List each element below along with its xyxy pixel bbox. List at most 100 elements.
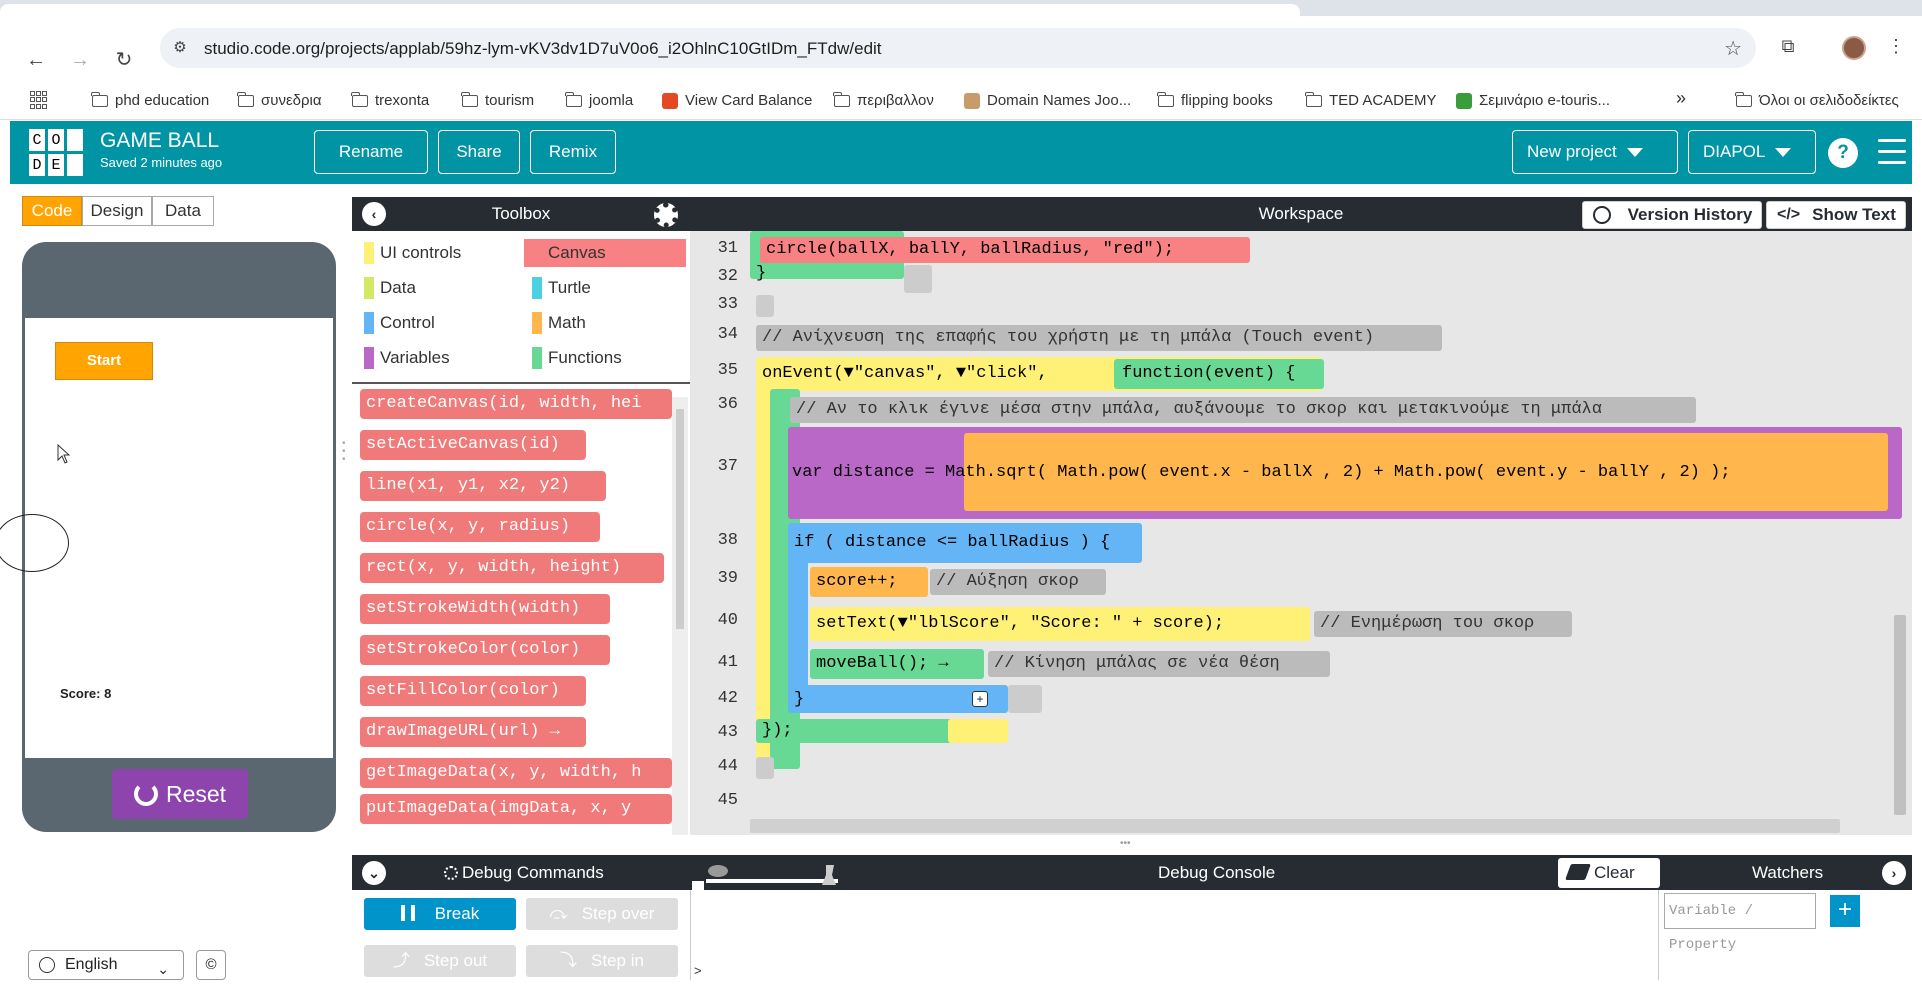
step-out-button[interactable]: ⤴ Step out	[364, 945, 516, 977]
bookmark-folder[interactable]: περιβαλλον	[833, 91, 934, 109]
block-getImageData[interactable]: getImageData(x, y, width, h	[360, 758, 672, 788]
tab-code[interactable]: Code	[22, 196, 82, 226]
code-line-37: var distance = Math.sqrt( Math.pow( even…	[792, 463, 1731, 482]
category-canvas[interactable]: Canvas	[524, 239, 686, 267]
active-tab[interactable]	[0, 4, 1300, 16]
browser-menu-icon[interactable]: ⋮	[1884, 34, 1908, 58]
save-status: Saved 2 minutes ago	[100, 155, 223, 170]
turtle-icon	[708, 865, 728, 877]
hamburger-menu-icon[interactable]	[1878, 139, 1906, 165]
block-setFillColor[interactable]: setFillColor(color)	[360, 676, 586, 706]
start-button[interactable]: Start	[55, 342, 153, 380]
project-name: GAME BALL	[100, 129, 220, 152]
code-line-39c: // Αύξηση σκορ	[936, 572, 1079, 591]
app-screen[interactable]: Start Score: 8	[0, 318, 333, 758]
applab-header: C O D E GAME BALL Saved 2 minutes ago Re…	[10, 121, 1912, 184]
language-select[interactable]: English ⌄	[28, 950, 184, 980]
category-math[interactable]: Math	[524, 309, 684, 337]
console-prompt[interactable]: >	[694, 963, 702, 978]
block-setStrokeColor[interactable]: setStrokeColor(color)	[360, 635, 610, 665]
ball-circle[interactable]	[0, 514, 69, 572]
block-line[interactable]: line(x1, y1, x2, y2)	[360, 471, 606, 501]
version-history-button[interactable]: Version History	[1582, 201, 1762, 229]
workspace-panel: Workspace Version History </> Show Text 3…	[690, 197, 1912, 835]
step-over-button[interactable]: ⤼ Step over	[526, 898, 678, 930]
collapse-watchers-icon[interactable]: ›	[1882, 861, 1906, 885]
block-putImageData[interactable]: putImageData(imgData, x, y	[360, 794, 672, 824]
block-setActiveCanvas[interactable]: setActiveCanvas(id)	[360, 430, 586, 460]
tab-data[interactable]: Data	[152, 196, 214, 226]
help-icon[interactable]: ?	[1828, 138, 1858, 168]
back-icon[interactable]: ←	[22, 46, 50, 74]
apps-grid-icon[interactable]	[30, 91, 48, 109]
rename-button[interactable]: Rename	[314, 130, 428, 174]
reset-button[interactable]: Reset	[112, 769, 248, 819]
line-number: 40	[717, 611, 738, 630]
workspace-vertical-scrollbar[interactable]	[1894, 615, 1906, 815]
bookmark-folder[interactable]: TED ACADEMY	[1305, 91, 1437, 109]
block-setStrokeWidth[interactable]: setStrokeWidth(width)	[360, 594, 610, 624]
tab-design[interactable]: Design	[82, 196, 152, 226]
add-else-icon[interactable]: +	[972, 691, 988, 707]
break-button[interactable]: Break	[364, 898, 516, 930]
category-turtle[interactable]: Turtle	[524, 274, 684, 302]
remix-button[interactable]: Remix	[530, 130, 616, 174]
bookmark-folder[interactable]: phd education	[91, 91, 209, 109]
bookmark-folder[interactable]: tourism	[461, 91, 534, 109]
line-number: 32	[717, 267, 738, 286]
globe-icon	[39, 957, 55, 973]
code-line-38: if ( distance <= ballRadius ) {	[794, 533, 1111, 552]
category-data[interactable]: Data	[356, 274, 516, 302]
copyright-button[interactable]: ©	[196, 950, 226, 980]
bookmark-link[interactable]: Domain Names Joo...	[964, 92, 1131, 109]
category-functions[interactable]: Functions	[524, 344, 684, 372]
site-info-icon[interactable]: ⚙	[170, 38, 190, 58]
panel-resize-handle[interactable]: • • •	[342, 439, 348, 470]
user-menu-dropdown[interactable]: DIAPOL	[1688, 130, 1816, 174]
add-watcher-button[interactable]: +	[1830, 895, 1860, 927]
share-button[interactable]: Share	[438, 130, 520, 174]
clear-console-button[interactable]: Clear	[1558, 858, 1660, 888]
toolbox-scrollbar[interactable]	[672, 397, 688, 835]
bookmark-link[interactable]: View Card Balance	[662, 92, 812, 109]
block-circle[interactable]: circle(x, y, radius)	[360, 512, 600, 542]
url-text[interactable]: studio.code.org/projects/applab/59hz-lym…	[204, 39, 882, 59]
category-variables[interactable]: Variables	[356, 344, 516, 372]
watch-input[interactable]: Variable / Property	[1664, 893, 1816, 953]
new-project-dropdown[interactable]: New project	[1512, 130, 1678, 174]
bookmark-link[interactable]: Σεμινάριο e-touris...	[1456, 92, 1610, 109]
speed-slider[interactable]	[698, 861, 848, 887]
debug-console-title: Debug Console	[1158, 863, 1276, 882]
reload-icon[interactable]: ↻	[110, 46, 138, 74]
code-org-logo[interactable]: C O D E	[28, 128, 84, 178]
gear-icon[interactable]	[654, 203, 678, 227]
show-text-button[interactable]: </> Show Text	[1766, 201, 1906, 229]
toolbox-divider	[352, 382, 690, 384]
address-bar[interactable]: ⚙ studio.code.org/projects/applab/59hz-l…	[160, 28, 1756, 68]
profile-avatar[interactable]	[1842, 36, 1866, 60]
collapse-debug-icon[interactable]: ⌄	[362, 861, 386, 885]
bookmark-folder[interactable]: συνεδρια	[237, 91, 322, 109]
all-bookmarks-folder[interactable]: Όλοι οι σελιδοδείκτες	[1735, 91, 1899, 109]
workspace-horizontal-scrollbar[interactable]	[750, 819, 1840, 833]
block-createCanvas[interactable]: createCanvas(id, width, hei	[360, 389, 672, 419]
debug-resize-handle[interactable]: •••	[1120, 839, 1148, 849]
extensions-icon[interactable]: ⧉	[1776, 34, 1800, 58]
bookmark-folder[interactable]: trexonta	[351, 91, 429, 109]
category-control[interactable]: Control	[356, 309, 516, 337]
bookmarks-overflow-button[interactable]: »	[1676, 88, 1686, 109]
line-number-gutter: 31 32 33 34 35 36 37 38 39 40 41 42 43 4…	[690, 231, 740, 835]
debug-panel: ⌄ Debug Commands Debug Console Clear Wat…	[352, 855, 1912, 980]
folder-icon	[461, 91, 478, 107]
block-rect[interactable]: rect(x, y, width, height)	[360, 553, 664, 583]
category-ui-controls[interactable]: UI controls	[356, 239, 516, 267]
seminar-icon	[1456, 92, 1472, 109]
step-in-button[interactable]: ⤵ Step in	[526, 945, 678, 977]
forward-icon[interactable]: →	[66, 46, 94, 74]
bookmark-star-icon[interactable]: ☆	[1724, 36, 1742, 61]
workspace-title: Workspace	[1258, 204, 1344, 223]
bookmark-folder[interactable]: joomla	[565, 91, 633, 109]
block-drawImageURL[interactable]: drawImageURL(url) →	[360, 717, 586, 747]
collapse-toolbox-icon[interactable]: ‹	[362, 202, 386, 226]
bookmark-folder[interactable]: flipping books	[1157, 91, 1273, 109]
